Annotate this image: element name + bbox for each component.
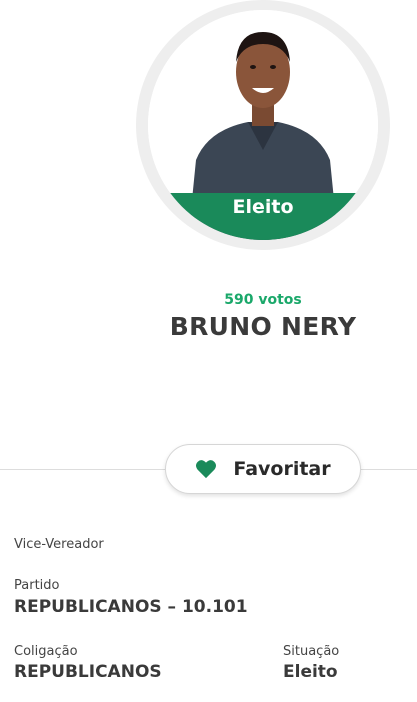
role-text: Vice-Vereador: [14, 537, 104, 552]
coalition-label: Coligação: [14, 644, 78, 659]
party-label: Partido: [14, 578, 60, 593]
heart-icon: [196, 460, 217, 479]
coalition-value: REPUBLICANOS: [14, 662, 162, 682]
situation-label: Situação: [283, 644, 340, 659]
candidate-name: BRUNO NERY: [169, 312, 357, 341]
favorite-button[interactable]: Favoritar: [165, 444, 361, 494]
candidate-avatar: Eleito: [136, 0, 390, 250]
party-value: REPUBLICANOS – 10.101: [14, 597, 248, 617]
avatar-frame: Eleito: [148, 10, 378, 240]
candidate-page: Eleito 590 votos BRUNO NERY Favoritar Vi…: [0, 0, 417, 702]
vote-count: 590 votos: [224, 292, 302, 308]
status-badge: Eleito: [232, 196, 294, 218]
favorite-label: Favoritar: [233, 458, 331, 480]
situation-value: Eleito: [283, 662, 338, 682]
